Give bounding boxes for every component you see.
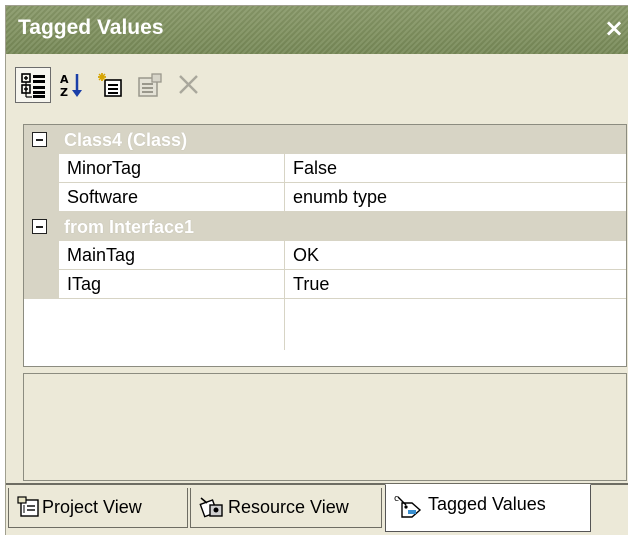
category-label: from Interface1 (64, 217, 195, 237)
new-tag-button[interactable] (93, 67, 129, 103)
svg-text:A: A (60, 73, 69, 86)
category-row[interactable]: Class4 (Class) (24, 125, 626, 154)
tag-name-cell[interactable]: Software (59, 183, 285, 212)
panel-titlebar: Tagged Values × (6, 6, 628, 54)
tag-value: enumb type (293, 187, 388, 207)
properties-button[interactable] (132, 67, 168, 103)
tag-name-cell[interactable]: MinorTag (59, 154, 285, 183)
tagged-values-grid: Class4 (Class) MinorTag False Software e… (23, 124, 627, 367)
tag-name-cell[interactable]: ITag (59, 270, 285, 299)
table-row[interactable]: Software enumb type (24, 183, 626, 212)
table-row[interactable]: MainTag OK (24, 241, 626, 270)
row-gutter (24, 154, 59, 183)
tagged-values-icon: c (394, 494, 422, 518)
tag-value-cell[interactable]: False (285, 154, 626, 183)
close-icon[interactable]: × (602, 15, 626, 43)
panel-title: Tagged Values (18, 16, 164, 39)
row-gutter (24, 270, 59, 299)
tag-name: MainTag (67, 245, 136, 265)
resource-view-icon (199, 497, 223, 518)
table-row[interactable]: ITag True (24, 270, 626, 299)
table-row[interactable]: MinorTag False (24, 154, 626, 183)
categorized-view-button[interactable] (15, 67, 51, 103)
tab-label: Resource View (228, 497, 349, 517)
view-tab-strip: Project View Resource View c Tagged Valu… (6, 484, 628, 536)
tab-label: Tagged Values (428, 494, 546, 514)
project-view-icon (17, 496, 39, 517)
tag-value: OK (293, 245, 320, 265)
tab-tagged-values[interactable]: c Tagged Values (385, 484, 591, 532)
svg-text:c: c (394, 494, 399, 504)
collapse-icon[interactable] (32, 132, 47, 147)
row-gutter (24, 183, 59, 212)
new-tag-icon (98, 73, 122, 97)
toolbar: A Z (6, 59, 628, 113)
tab-resource-view[interactable]: Resource View (190, 488, 382, 528)
tag-value-cell[interactable]: enumb type (285, 183, 626, 212)
collapse-icon[interactable] (32, 219, 47, 234)
tag-value-cell[interactable]: True (285, 270, 626, 299)
categorized-view-icon (21, 73, 45, 98)
empty-name-cell[interactable] (24, 299, 285, 350)
tab-label: Project View (42, 497, 142, 517)
category-label: Class4 (Class) (64, 130, 188, 150)
empty-new-row[interactable] (24, 299, 626, 350)
tab-project-view[interactable]: Project View (8, 488, 188, 528)
tag-value: True (293, 274, 330, 294)
description-pane (23, 373, 627, 481)
row-gutter (24, 241, 59, 270)
tagged-values-panel: Tagged Values × A Z Class4 (Class) Minor… (5, 5, 628, 535)
properties-icon (138, 73, 162, 97)
category-row[interactable]: from Interface1 (24, 212, 626, 241)
tag-name: ITag (67, 274, 102, 294)
tag-name: MinorTag (67, 158, 142, 178)
svg-text:Z: Z (60, 86, 68, 98)
tag-value: False (293, 158, 338, 178)
tag-value-cell[interactable]: OK (285, 241, 626, 270)
tag-name-cell[interactable]: MainTag (59, 241, 285, 270)
sort-alphabetical-button[interactable]: A Z (54, 67, 90, 103)
delete-icon (179, 75, 198, 94)
tag-name: Software (67, 187, 139, 207)
sort-alphabetical-icon: A Z (60, 73, 82, 98)
delete-button[interactable] (171, 67, 207, 103)
